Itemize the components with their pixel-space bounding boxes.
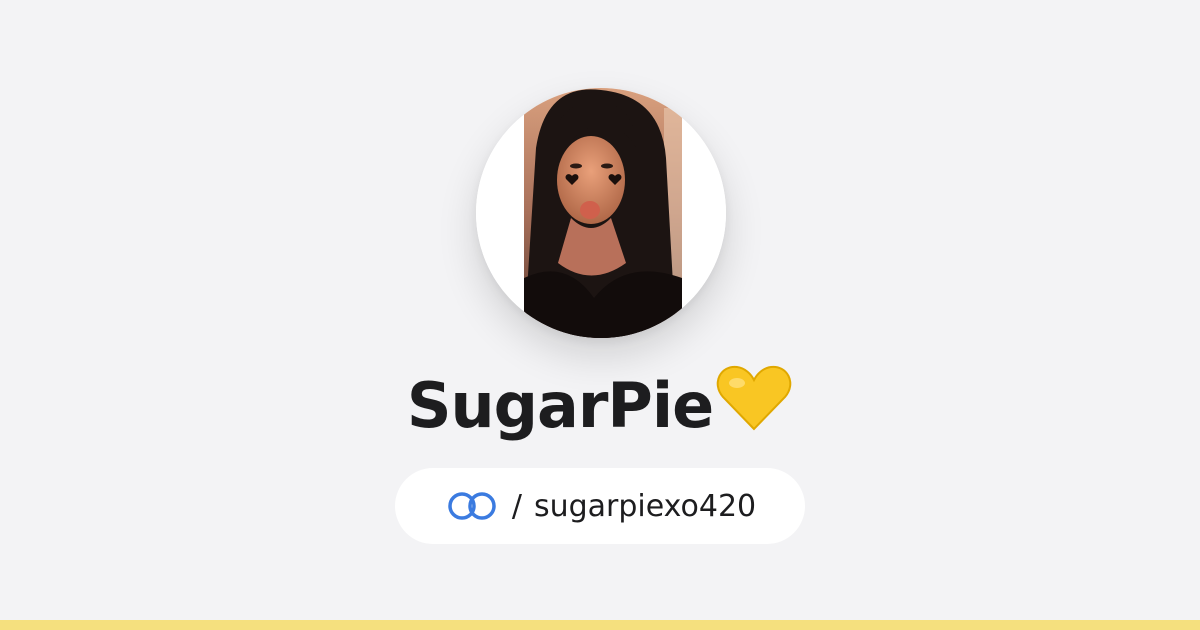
handle-separator: / bbox=[511, 488, 522, 524]
handle-link-button[interactable]: / sugarpiexo420 bbox=[395, 468, 805, 544]
yellow-heart-icon bbox=[715, 363, 793, 448]
avatar bbox=[476, 88, 726, 338]
profile-name-text: SugarPie bbox=[406, 369, 714, 442]
profile-name: SugarPie bbox=[0, 363, 1200, 448]
bottom-accent-bar bbox=[0, 620, 1200, 630]
profile-photo bbox=[476, 88, 726, 338]
handle-username: sugarpiexo420 bbox=[533, 488, 757, 524]
linked-rings-icon bbox=[444, 490, 500, 522]
